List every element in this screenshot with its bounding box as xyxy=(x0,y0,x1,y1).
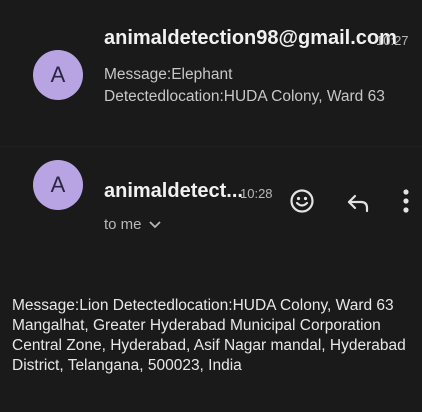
timestamp: 10:28 xyxy=(240,186,273,201)
recipient-toggle[interactable]: to me xyxy=(104,216,161,233)
emoji-reaction-button[interactable] xyxy=(287,186,317,216)
more-vertical-icon xyxy=(403,189,409,213)
more-options-button[interactable] xyxy=(396,186,416,216)
message-preview-line-1: Message:Elephant xyxy=(104,66,233,83)
reply-button[interactable] xyxy=(343,188,373,218)
reply-arrow-icon xyxy=(347,194,369,213)
divider xyxy=(0,146,422,147)
avatar[interactable]: A xyxy=(33,160,83,210)
sender-email: animaldetection98@gmail.com xyxy=(104,27,397,49)
avatar-letter: A xyxy=(50,172,66,197)
recipient-label: to me xyxy=(104,216,142,233)
sender-name[interactable]: animaldetect... xyxy=(104,180,243,203)
smiley-face-icon xyxy=(290,189,314,213)
avatar-letter: A xyxy=(50,62,66,87)
message-preview-line-2: Detectedlocation:HUDA Colony, Ward 63 xyxy=(104,88,385,105)
avatar[interactable]: A xyxy=(33,50,83,100)
chevron-down-icon xyxy=(148,220,161,228)
timestamp: 10:27 xyxy=(376,33,409,48)
message-body: Message:Lion Detectedlocation:HUDA Colon… xyxy=(12,297,406,374)
